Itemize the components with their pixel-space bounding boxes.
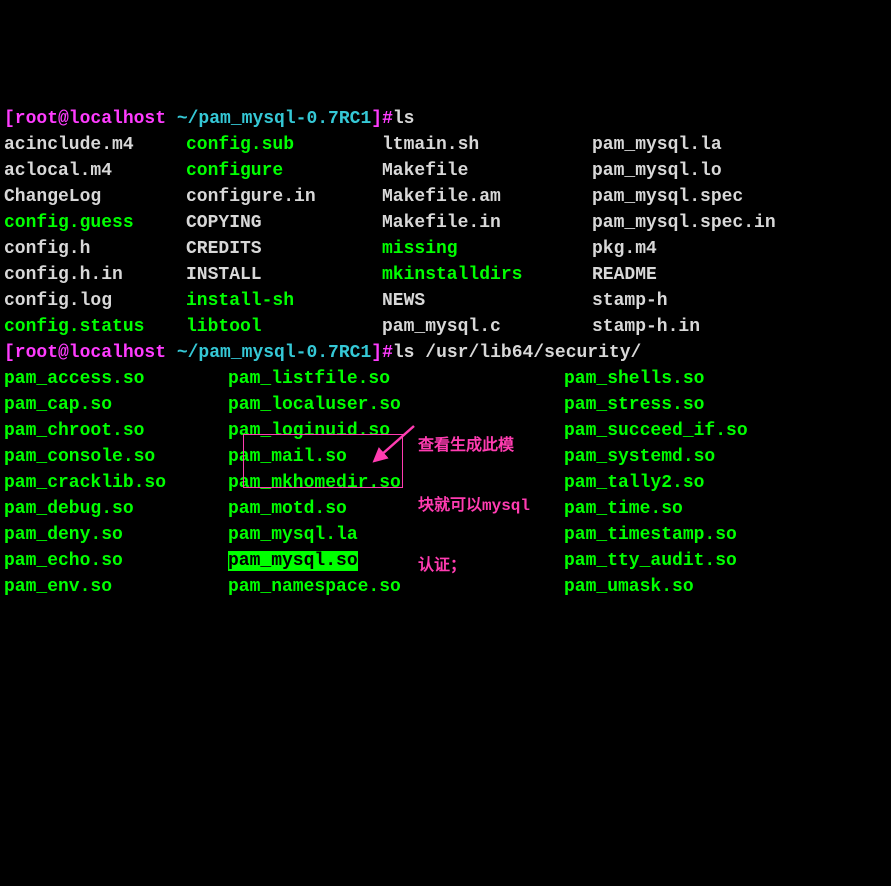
file-entry: pam_chroot.so <box>4 418 144 444</box>
file-entry: missing <box>382 236 458 262</box>
file-row: ChangeLog configure.in Makefile.am pam_mysq… <box>4 184 887 210</box>
file-entry: config.h.in <box>4 262 123 288</box>
file-entry: pam_umask.so <box>564 574 694 600</box>
file-entry: config.h <box>4 236 90 262</box>
file-entry: pam_localuser.so <box>228 392 401 418</box>
file-entry: pam_access.so <box>4 366 144 392</box>
prompt-path: ~/pam_mysql-0.7RC1 <box>177 343 371 363</box>
prompt-user: [root@localhost <box>4 109 177 129</box>
command-text: ls /usr/lib64/security/ <box>393 343 641 363</box>
annotation-text: 查看生成此模 块就可以mysql 认证； <box>418 396 530 596</box>
file-entry: libtool <box>186 314 262 340</box>
file-entry: pam_tty_audit.so <box>564 548 737 574</box>
file-entry: stamp-h.in <box>592 314 700 340</box>
file-entry: configure.in <box>186 184 316 210</box>
file-entry: Makefile.in <box>382 210 501 236</box>
file-entry: pam_mysql.so <box>228 548 358 574</box>
file-entry: pam_env.so <box>4 574 112 600</box>
file-entry: ChangeLog <box>4 184 101 210</box>
file-entry: pam_mkhomedir.so <box>228 470 401 496</box>
file-row: acinclude.m4 config.sub ltmain.sh pam_mysql… <box>4 132 887 158</box>
file-entry: config.sub <box>186 132 294 158</box>
file-entry: Makefile <box>382 158 468 184</box>
file-entry: NEWS <box>382 288 425 314</box>
prompt-line: [root@localhost ~/pam_mysql-0.7RC1]#ls <box>4 106 887 132</box>
file-entry: pam_mysql.spec.in <box>592 210 776 236</box>
file-entry: configure <box>186 158 283 184</box>
file-entry: pam_motd.so <box>228 496 347 522</box>
file-entry: pam_deny.so <box>4 522 123 548</box>
prompt-line: [root@localhost ~/pam_mysql-0.7RC1]#ls /… <box>4 340 887 366</box>
file-entry: pam_mysql.la <box>592 132 722 158</box>
highlighted-file: pam_mysql.so <box>228 551 358 571</box>
prompt-end: ]# <box>371 343 393 363</box>
file-entry: CREDITS <box>186 236 262 262</box>
file-row: config.h.in INSTALL mkinstalldirs README <box>4 262 887 288</box>
file-entry: pam_systemd.so <box>564 444 715 470</box>
file-entry: install-sh <box>186 288 294 314</box>
file-entry: pam_loginuid.so <box>228 418 390 444</box>
file-entry: pam_tally2.so <box>564 470 704 496</box>
file-entry: pam_mysql.lo <box>592 158 722 184</box>
file-entry: pam_mail.so <box>228 444 347 470</box>
file-entry: pkg.m4 <box>592 236 657 262</box>
file-entry: aclocal.m4 <box>4 158 112 184</box>
file-entry: pam_echo.so <box>4 548 123 574</box>
file-entry: pam_debug.so <box>4 496 134 522</box>
file-entry: config.log <box>4 288 112 314</box>
prompt-path: ~/pam_mysql-0.7RC1 <box>177 109 371 129</box>
file-row: pam_access.so pam_listfile.so pam_shells.s… <box>4 366 887 392</box>
file-entry: pam_timestamp.so <box>564 522 737 548</box>
prompt-user: [root@localhost <box>4 343 177 363</box>
file-entry: pam_stress.so <box>564 392 704 418</box>
file-entry: pam_cracklib.so <box>4 470 166 496</box>
file-entry: config.status <box>4 314 144 340</box>
file-entry: pam_mysql.la <box>228 522 358 548</box>
file-entry: pam_mysql.c <box>382 314 501 340</box>
file-entry: Makefile.am <box>382 184 501 210</box>
prompt-end: ]# <box>371 109 393 129</box>
file-entry: pam_console.so <box>4 444 155 470</box>
file-entry: config.guess <box>4 210 134 236</box>
file-entry: mkinstalldirs <box>382 262 522 288</box>
file-entry: INSTALL <box>186 262 262 288</box>
file-entry: pam_namespace.so <box>228 574 401 600</box>
file-entry: pam_time.so <box>564 496 683 522</box>
file-entry: ltmain.sh <box>382 132 479 158</box>
file-entry: pam_cap.so <box>4 392 112 418</box>
file-row: aclocal.m4 configure Makefile pam_mysql.lo <box>4 158 887 184</box>
file-entry: pam_mysql.spec <box>592 184 743 210</box>
command-text: ls <box>393 109 415 129</box>
file-entry: README <box>592 262 657 288</box>
file-entry: COPYING <box>186 210 262 236</box>
file-row: config.guess COPYING Makefile.in pam_mysql.… <box>4 210 887 236</box>
file-entry: pam_shells.so <box>564 366 704 392</box>
file-row: config.log install-sh NEWS stamp-h <box>4 288 887 314</box>
file-entry: stamp-h <box>592 288 668 314</box>
file-entry: acinclude.m4 <box>4 132 134 158</box>
file-row: config.h CREDITS missing pkg.m4 <box>4 236 887 262</box>
file-entry: pam_listfile.so <box>228 366 390 392</box>
file-row: config.status libtool pam_mysql.c stamp-h.i… <box>4 314 887 340</box>
file-entry: pam_succeed_if.so <box>564 418 748 444</box>
